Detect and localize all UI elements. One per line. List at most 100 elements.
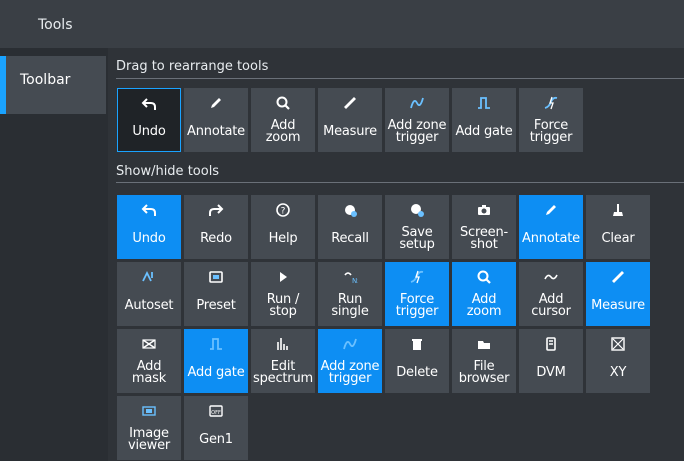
tool-tile-redo[interactable]: Redo: [184, 195, 248, 259]
tool-tile-label: Add cursor: [531, 292, 571, 319]
tool-tile-label: Measure: [323, 124, 377, 139]
spectrum-icon: [251, 329, 315, 359]
tool-tile-label: Clear: [601, 231, 635, 246]
tool-tile-undo[interactable]: Undo: [117, 195, 181, 259]
tool-tile-label: Redo: [200, 231, 232, 246]
svg-text:?: ?: [281, 207, 286, 217]
tool-tile-add-gate[interactable]: Add gate: [184, 329, 248, 393]
ruler-icon: [318, 88, 382, 118]
sidebar-tab-toolbar[interactable]: Toolbar: [0, 56, 106, 114]
tool-tile-file-browser[interactable]: File browser: [452, 329, 516, 393]
tool-tile-label: Save setup: [399, 225, 435, 252]
tool-tile-undo[interactable]: Undo: [117, 88, 181, 152]
tool-tile-label: Annotate: [522, 231, 580, 246]
redo-icon: [184, 195, 248, 225]
tool-tile-xy[interactable]: XY: [586, 329, 650, 393]
tool-tile-annotate[interactable]: Annotate: [519, 195, 583, 259]
file-browser-icon: [452, 329, 516, 359]
trash-icon: [385, 329, 449, 359]
tool-tile-label: XY: [609, 365, 627, 380]
show-hide-section-title: Show/hide tools: [116, 164, 220, 179]
tool-tile-add-zoom[interactable]: Add zoom: [452, 262, 516, 326]
image-viewer-icon: [117, 396, 181, 426]
mask-icon: [117, 329, 181, 359]
tool-tile-run-single[interactable]: Nx Run single: [318, 262, 382, 326]
tool-tile-measure[interactable]: Measure: [318, 88, 382, 152]
sidebar-tab-label: Toolbar: [20, 72, 71, 88]
tool-tile-recall[interactable]: Recall: [318, 195, 382, 259]
sidebar: Toolbar: [0, 48, 108, 461]
tool-tile-label: Add zoom: [265, 118, 301, 145]
tool-tile-label: Run single: [331, 292, 369, 319]
tool-tile-dvm[interactable]: DVM: [519, 329, 583, 393]
svg-text:OFF: OFF: [211, 410, 221, 416]
tool-tile-annotate[interactable]: Annotate: [184, 88, 248, 152]
clear-icon: [586, 195, 650, 225]
tool-tile-label: Help: [268, 231, 298, 246]
tool-tile-label: Add zoom: [466, 292, 502, 319]
title-bar: Tools: [0, 0, 684, 48]
zoom-icon: [251, 88, 315, 118]
tool-tile-label: Delete: [396, 365, 438, 380]
divider: [116, 78, 684, 79]
help-icon: ?: [251, 195, 315, 225]
tool-tile-label: Measure: [591, 298, 645, 313]
zone-trigger-icon: [318, 329, 382, 359]
dvm-icon: [519, 329, 583, 359]
tool-tile-label: Gen1: [199, 432, 233, 447]
tool-tile-gen1[interactable]: OFF Gen1: [184, 396, 248, 460]
tool-tile-delete[interactable]: Delete: [385, 329, 449, 393]
cursor-icon: [519, 262, 583, 292]
autoset-icon: [117, 262, 181, 292]
tool-tile-add-zoom[interactable]: Add zoom: [251, 88, 315, 152]
tool-tile-preset[interactable]: Preset: [184, 262, 248, 326]
tool-tile-screen-shot[interactable]: Screen- shot: [452, 195, 516, 259]
toolbar-section-title: Drag to rearrange tools: [116, 59, 269, 74]
tool-tile-force-trigger[interactable]: Force trigger: [519, 88, 583, 152]
tool-tile-add-gate[interactable]: Add gate: [452, 88, 516, 152]
tool-tile-save-setup[interactable]: Save setup: [385, 195, 449, 259]
tool-tile-label: Add zone trigger: [320, 359, 380, 386]
gate-icon: [184, 329, 248, 359]
tool-tile-label: Edit spectrum: [253, 359, 313, 386]
tool-tile-edit-spectrum[interactable]: Edit spectrum: [251, 329, 315, 393]
divider: [116, 182, 684, 183]
run-stop-icon: [251, 262, 315, 292]
tool-tile-add-zone-trigger[interactable]: Add zone trigger: [318, 329, 382, 393]
zone-trigger-icon: [385, 88, 449, 118]
gate-icon: [452, 88, 516, 118]
force-trigger-icon: [519, 88, 583, 118]
tool-tile-measure[interactable]: Measure: [586, 262, 650, 326]
ruler-icon: [586, 262, 650, 292]
tool-tile-label: Preset: [196, 298, 236, 313]
tool-tile-label: Undo: [132, 124, 166, 139]
tool-tile-label: Force trigger: [529, 118, 573, 145]
pencil-icon: [184, 88, 248, 118]
force-trigger-icon: [385, 262, 449, 292]
window-title: Tools: [38, 17, 73, 33]
tool-tile-label: Image viewer: [127, 426, 171, 453]
camera-icon: [452, 195, 516, 225]
tool-tile-add-zone-trigger[interactable]: Add zone trigger: [385, 88, 449, 152]
tool-tile-clear[interactable]: Clear: [586, 195, 650, 259]
svg-text:Nx: Nx: [352, 277, 358, 285]
tool-tile-add-mask[interactable]: Add mask: [117, 329, 181, 393]
pencil-icon: [519, 195, 583, 225]
generator-icon: OFF: [184, 396, 248, 426]
tool-tile-autoset[interactable]: Autoset: [117, 262, 181, 326]
tool-tile-image-viewer[interactable]: Image viewer: [117, 396, 181, 460]
tool-tile-label: Add gate: [455, 124, 513, 139]
tool-tile-label: Annotate: [187, 124, 245, 139]
tool-tile-label: Screen- shot: [460, 225, 508, 252]
tool-tile-label: Run / stop: [266, 292, 300, 319]
tool-tile-help[interactable]: ? Help: [251, 195, 315, 259]
tool-tile-force-trigger[interactable]: Force trigger: [385, 262, 449, 326]
tool-tile-add-cursor[interactable]: Add cursor: [519, 262, 583, 326]
tool-tile-label: Autoset: [124, 298, 174, 313]
undo-icon: [118, 89, 180, 119]
tool-tile-run-stop[interactable]: Run / stop: [251, 262, 315, 326]
zoom-icon: [452, 262, 516, 292]
tool-tile-label: Recall: [331, 231, 369, 246]
xy-icon: [586, 329, 650, 359]
tool-tile-label: Add zone trigger: [387, 118, 447, 145]
